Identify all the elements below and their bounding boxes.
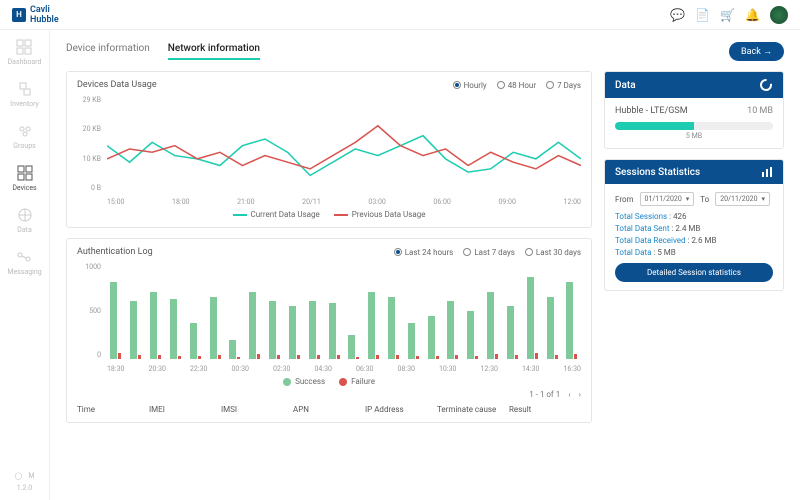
- auth-chart: 1000 500 0 18:3020:3022:3000:3002:3004:3…: [77, 263, 581, 373]
- pager-prev[interactable]: ‹: [568, 390, 570, 399]
- brand-logo[interactable]: H Cavli Hubble: [12, 5, 59, 25]
- stat-line: Total Sessions : 426: [615, 212, 773, 221]
- data-card-title: Data: [615, 80, 636, 91]
- radio-48hour[interactable]: 48 Hour: [497, 81, 536, 90]
- from-date-select[interactable]: 01/11/2020▾: [640, 192, 695, 206]
- radio-hourly[interactable]: Hourly: [453, 81, 487, 90]
- header-actions: 💬 📄 🛒 🔔: [670, 6, 788, 24]
- sidebar-item-devices[interactable]: Devices: [12, 164, 36, 192]
- legend-current: Current Data Usage: [233, 210, 320, 219]
- auth-range-radios: Last 24 hours Last 7 days Last 30 days: [394, 248, 581, 257]
- stat-line: Total Data Received : 2.6 MB: [615, 236, 773, 245]
- usage-range-radios: Hourly 48 Hour 7 Days: [453, 81, 581, 90]
- version-label: 1.2.0: [17, 484, 33, 492]
- inventory-icon: [16, 80, 34, 98]
- sidebar-item-groups[interactable]: Groups: [13, 122, 35, 150]
- radio-last30d[interactable]: Last 30 days: [525, 248, 581, 257]
- usage-title: Devices Data Usage: [77, 80, 157, 90]
- auth-panel: Authentication Log Last 24 hours Last 7 …: [66, 238, 592, 423]
- chevron-down-icon: ▾: [686, 195, 690, 203]
- radio-7days[interactable]: 7 Days: [546, 81, 581, 90]
- pager-next[interactable]: ›: [579, 390, 581, 399]
- stat-line: Total Data Sent : 2.4 MB: [615, 224, 773, 233]
- sidebar-item-data[interactable]: Data: [16, 206, 34, 234]
- devices-icon: [16, 164, 34, 182]
- chat-icon[interactable]: 💬: [670, 8, 685, 22]
- usage-panel: Devices Data Usage Hourly 48 Hour 7 Days…: [66, 71, 592, 228]
- document-icon[interactable]: 📄: [695, 8, 710, 22]
- table-header: Time IMEI IMSI APN IP Address Terminate …: [77, 405, 581, 414]
- sidebar-item-inventory[interactable]: Inventory: [10, 80, 39, 108]
- brand-line2: Hubble: [30, 15, 59, 25]
- plan-name: Hubble - LTE/GSM: [615, 106, 688, 116]
- logo-mark: H: [12, 8, 26, 22]
- tab-device-info[interactable]: Device information: [66, 43, 150, 60]
- plan-total: 10 MB: [747, 106, 773, 116]
- stat-line: Total Data : 5 MB: [615, 248, 773, 257]
- legend-previous: Previous Data Usage: [334, 210, 426, 219]
- globe-icon: [16, 206, 34, 224]
- stats-icon: [761, 166, 773, 178]
- refresh-icon[interactable]: [759, 78, 773, 92]
- cart-icon[interactable]: 🛒: [720, 8, 735, 22]
- auth-title: Authentication Log: [77, 247, 153, 257]
- tab-network-info[interactable]: Network information: [168, 43, 260, 60]
- data-card: Data Hubble - LTE/GSM 10 MB 5 MB: [604, 71, 784, 149]
- usage-chart: 29 KB 20 KB 10 KB 0 B 15:0018:0021:0020/…: [77, 96, 581, 206]
- avatar[interactable]: [770, 6, 788, 24]
- legend-success: Success: [283, 377, 325, 386]
- bell-icon[interactable]: 🔔: [745, 8, 760, 22]
- sidebar-item-messaging[interactable]: Messaging: [7, 248, 41, 276]
- groups-icon: [16, 122, 34, 140]
- radio-last7d[interactable]: Last 7 days: [463, 248, 515, 257]
- brand-line1: Cavli: [30, 5, 59, 15]
- back-button[interactable]: Back →: [729, 42, 784, 61]
- tabs: Device information Network information: [66, 43, 260, 60]
- messaging-icon: [15, 248, 33, 266]
- legend-failure: Failure: [339, 377, 375, 386]
- code-icon[interactable]: M: [28, 472, 34, 480]
- pager: 1 - 1 of 1 ‹ ›: [77, 390, 581, 399]
- sessions-card: Sessions Statistics From 01/11/2020▾ To …: [604, 159, 784, 291]
- detailed-stats-button[interactable]: Detailed Session statistics: [615, 263, 773, 282]
- usage-progress-label: 5 MB: [615, 132, 773, 140]
- grid-icon: [15, 38, 33, 56]
- sidebar-footer: ◯ M 1.2.0: [15, 472, 35, 500]
- main-content: Device information Network information B…: [50, 30, 800, 500]
- sessions-title: Sessions Statistics: [615, 167, 700, 178]
- github-icon[interactable]: ◯: [15, 472, 23, 480]
- sidebar: Dashboard Inventory Groups Devices Data …: [0, 30, 50, 500]
- to-date-select[interactable]: 20/11/2020▾: [715, 192, 770, 206]
- radio-last24h[interactable]: Last 24 hours: [394, 248, 454, 257]
- usage-progress: [615, 122, 773, 130]
- sidebar-item-dashboard[interactable]: Dashboard: [8, 38, 42, 66]
- chevron-down-icon: ▾: [762, 195, 766, 203]
